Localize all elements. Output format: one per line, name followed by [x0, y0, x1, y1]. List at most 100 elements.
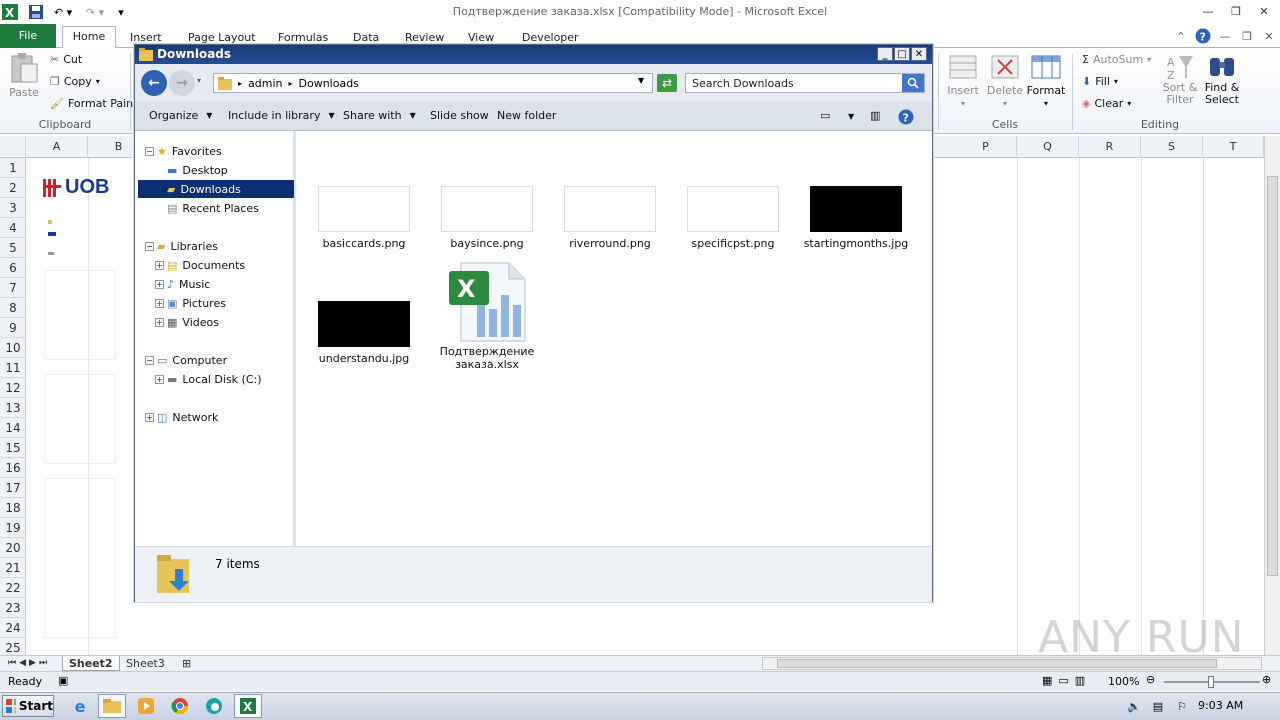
row-header[interactable]: 6 [0, 258, 26, 278]
help-icon[interactable]: ? [898, 109, 914, 125]
paste-button[interactable]: Paste [8, 52, 40, 99]
save-icon[interactable] [28, 3, 44, 21]
forward-button[interactable]: → [169, 70, 195, 96]
column-header-a[interactable]: A [26, 136, 88, 158]
collapse-icon[interactable]: − [145, 356, 154, 365]
nav-recent-places[interactable]: ▤ Recent Places [167, 199, 259, 217]
sheet-tab-sheet3[interactable]: Sheet3 [120, 656, 171, 671]
column-header-r[interactable]: R [1079, 136, 1141, 158]
format-cells-button[interactable]: Format ▾ [1026, 52, 1066, 108]
file-item[interactable]: startingmonths.jpg [796, 186, 916, 250]
copy-button[interactable]: ❐ Copy ▾ [50, 75, 100, 88]
column-header-p[interactable]: P [955, 136, 1017, 158]
ie-icon[interactable]: e [66, 694, 94, 718]
delete-cells-button[interactable]: Delete ▾ [986, 52, 1024, 108]
nav-favorites[interactable]: ★ Favorites [157, 142, 222, 160]
row-header[interactable]: 20 [0, 538, 26, 558]
clock[interactable]: 9:03 AM [1198, 699, 1243, 712]
expand-icon[interactable]: + [155, 299, 164, 308]
row-header[interactable]: 12 [0, 378, 26, 398]
column-header-s[interactable]: S [1141, 136, 1203, 158]
expand-icon[interactable]: + [145, 413, 154, 422]
macro-record-icon[interactable]: ▣ [58, 674, 68, 687]
row-header[interactable]: 7 [0, 278, 26, 298]
nav-network[interactable]: ◫ Network [157, 408, 218, 426]
vertical-scrollbar[interactable] [1264, 136, 1280, 655]
refresh-icon[interactable]: ⇄ [657, 74, 677, 92]
media-player-icon[interactable] [132, 694, 160, 718]
recent-pages-icon[interactable]: ▾ [197, 76, 201, 85]
row-header[interactable]: 21 [0, 558, 26, 578]
file-item[interactable]: X Подтверждение заказа.xlsx [427, 261, 547, 371]
action-center-flag-icon[interactable]: ⚐ [1172, 694, 1192, 718]
address-dropdown-icon[interactable]: ▼ [638, 76, 644, 85]
organize-button[interactable]: Organize ▼ [149, 109, 212, 122]
row-header[interactable]: 4 [0, 218, 26, 238]
file-item[interactable]: baysince.png [427, 186, 547, 250]
share-with-button[interactable]: Share with ▼ [343, 109, 416, 122]
expand-icon[interactable]: + [155, 318, 164, 327]
select-all-corner[interactable] [0, 136, 26, 158]
nav-music[interactable]: ♪ Music [167, 275, 210, 293]
column-header-q[interactable]: Q [1017, 136, 1079, 158]
row-header[interactable]: 9 [0, 318, 26, 338]
collapse-icon[interactable]: − [145, 147, 154, 156]
explorer-maximize-icon[interactable]: □ [894, 47, 910, 61]
row-header[interactable]: 22 [0, 578, 26, 598]
file-item[interactable]: specificpst.png [673, 186, 793, 250]
back-button[interactable]: ← [141, 70, 167, 96]
find-select-button[interactable]: Find & Select [1202, 52, 1242, 106]
row-header[interactable]: 1 [0, 158, 26, 178]
row-header[interactable]: 17 [0, 478, 26, 498]
zoom-slider-thumb[interactable] [1208, 676, 1214, 688]
row-header[interactable]: 15 [0, 438, 26, 458]
format-painter-button[interactable]: 🖌 Format Paint [50, 97, 137, 110]
search-icon[interactable] [902, 74, 924, 92]
nav-desktop[interactable]: ▬ Desktop [167, 161, 228, 179]
explorer-close-icon[interactable]: ✕ [911, 47, 927, 61]
expand-icon[interactable]: + [155, 280, 164, 289]
sheet-tab-sheet2[interactable]: Sheet2 [62, 656, 120, 671]
expand-icon[interactable]: + [155, 375, 164, 384]
explorer-title-bar[interactable]: Downloads _ □ ✕ [135, 45, 932, 64]
row-header[interactable]: 8 [0, 298, 26, 318]
slide-show-button[interactable]: Slide show [430, 109, 489, 122]
excel-app-icon[interactable]: X [2, 3, 18, 21]
row-header[interactable]: 2 [0, 178, 26, 198]
minimize-icon[interactable]: — [1194, 0, 1222, 22]
workbook-minimize-icon[interactable]: — [1216, 28, 1234, 44]
zoom-out-icon[interactable]: ⊖ [1146, 673, 1155, 686]
network-tray-icon[interactable]: ▤ [1148, 694, 1168, 718]
sheet-nav-arrows[interactable]: ⏮◀▶⏭ [2, 656, 56, 671]
change-view-icon[interactable]: ▭ [820, 109, 830, 122]
nav-documents[interactable]: ▤ Documents [167, 256, 245, 274]
row-header[interactable]: 11 [0, 358, 26, 378]
nav-downloads[interactable]: ▰ Downloads [138, 180, 294, 198]
nav-local-disk[interactable]: ▬ Local Disk (C:) [167, 370, 262, 388]
row-header[interactable]: 5 [0, 238, 26, 258]
sort-filter-button[interactable]: AZ Sort & Filter [1160, 52, 1200, 106]
volume-icon[interactable]: 🔈 [1124, 694, 1144, 718]
cut-button[interactable]: ✂ Cut [50, 53, 82, 66]
autosum-button[interactable]: Σ AutoSum ▾ [1082, 53, 1151, 66]
excel-taskbar-icon[interactable]: X [234, 694, 262, 718]
nav-libraries[interactable]: ▰ Libraries [157, 237, 218, 255]
zoom-in-icon[interactable]: ⊕ [1262, 673, 1271, 686]
undo-icon[interactable]: ↶ ▾ [50, 3, 76, 21]
nav-pictures[interactable]: ▣ Pictures [167, 294, 226, 312]
zoom-slider[interactable] [1164, 676, 1260, 688]
restore-icon[interactable]: ❐ [1222, 0, 1250, 22]
redo-icon[interactable]: ↷ ▾ [82, 3, 108, 21]
row-header[interactable]: 19 [0, 518, 26, 538]
edge-icon[interactable] [200, 694, 228, 718]
explorer-taskbar-icon[interactable] [98, 694, 126, 718]
row-header[interactable]: 14 [0, 418, 26, 438]
help-icon[interactable]: ? [1194, 28, 1212, 44]
breadcrumb-downloads[interactable]: Downloads [299, 77, 359, 90]
new-sheet-icon[interactable]: ⊞ [176, 656, 197, 671]
include-in-library-button[interactable]: Include in library ▼ [228, 109, 335, 122]
close-icon[interactable]: ✕ [1250, 0, 1278, 22]
tab-file[interactable]: File [0, 24, 56, 48]
address-box[interactable]: ▸ admin ▸ Downloads ▼ [213, 73, 653, 93]
row-header[interactable]: 23 [0, 598, 26, 618]
